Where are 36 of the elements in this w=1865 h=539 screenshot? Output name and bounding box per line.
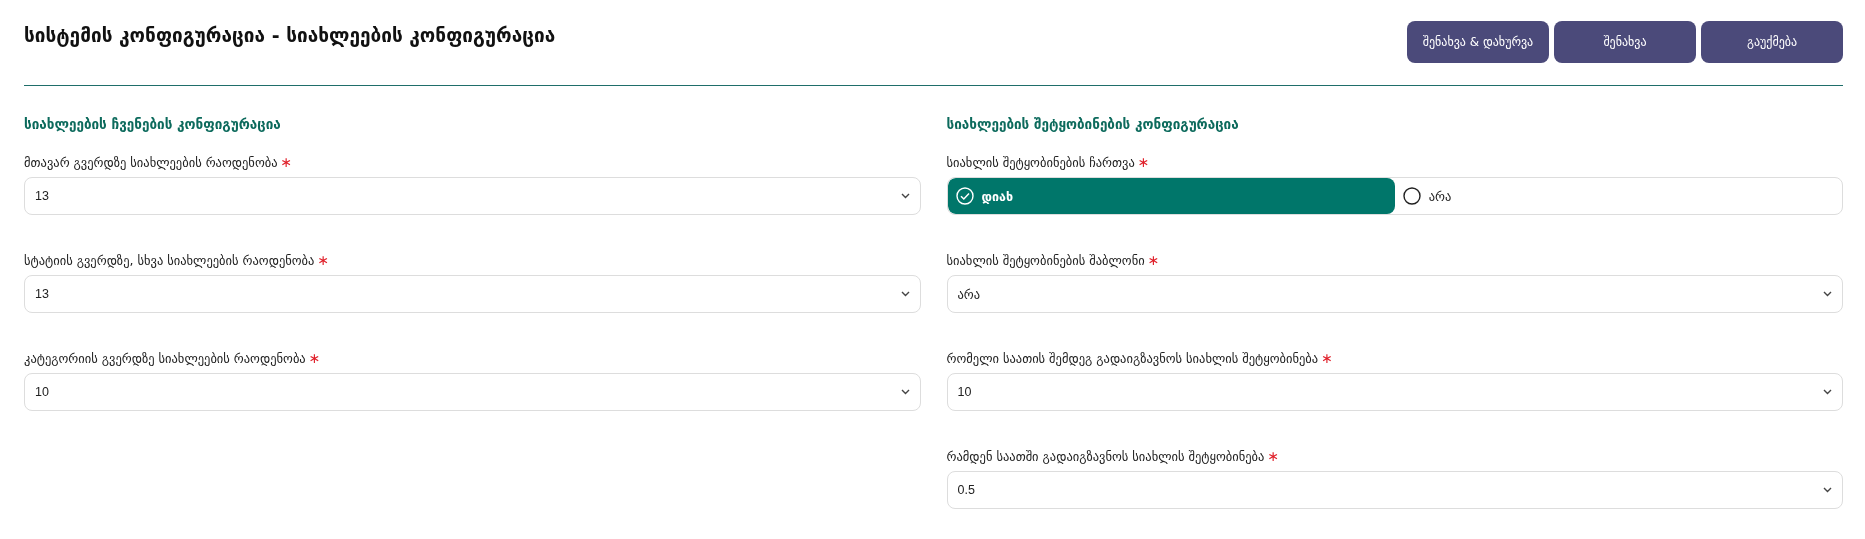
field-label: სიახლის შეტყობინების ჩართვა: [946, 154, 1135, 170]
radio-option[interactable]: დიახ: [947, 178, 1395, 214]
required-mark: ∗: [280, 154, 293, 170]
select-field[interactable]: 10: [946, 373, 1843, 411]
required-mark: ∗: [1147, 252, 1160, 268]
chevron-down-icon: [900, 291, 910, 297]
required-mark: ∗: [1267, 448, 1280, 464]
chevron-down-icon: [1823, 291, 1832, 297]
field-label: რამდენ საათში გადაიგზავნოს სიახლის შეტყობინება: [946, 448, 1265, 464]
required-mark: ∗: [317, 252, 330, 268]
required-mark: ∗: [308, 350, 321, 366]
required-mark: ∗: [1321, 350, 1333, 366]
select-field[interactable]: 10: [24, 373, 921, 411]
radio-option[interactable]: არა: [1394, 178, 1842, 214]
chevron-down-icon: [900, 389, 910, 395]
page-title: სისტემის კონფიგურაცია - სიახლეების კონფიგურაცია: [24, 24, 556, 46]
select-field[interactable]: არა: [946, 275, 1843, 313]
required-mark: ∗: [1137, 154, 1150, 170]
field-label: მთავარ გვერდზე სიახლეების რაოდენობა: [24, 154, 278, 170]
action-button[interactable]: შენახვა: [1554, 20, 1696, 63]
section-heading: სიახლეების შეტყობინების კონფიგურაცია: [946, 115, 1240, 134]
chevron-down-icon: [1823, 389, 1832, 395]
chevron-down-icon: [900, 193, 910, 199]
field-label: კატეგორიის გვერდზე სიახლეების რაოდენობა: [24, 350, 306, 366]
check-circle-icon: [955, 187, 974, 205]
chevron-down-icon: [1823, 487, 1832, 493]
section-heading: სიახლეების ჩვენების კონფიგურაცია: [24, 115, 282, 134]
field-label: სიახლის შეტყობინების შაბლონი: [946, 252, 1145, 268]
select-field[interactable]: 13: [24, 275, 921, 313]
field-label: სტატიის გვერდზე, სხვა სიახლეების რაოდენობა: [24, 252, 315, 268]
action-button[interactable]: გაუქმება: [1701, 20, 1843, 63]
select-field[interactable]: 13: [24, 177, 921, 215]
radio-circle-icon: [1402, 187, 1421, 205]
action-button[interactable]: შენახვა & დახურვა: [1407, 20, 1549, 63]
select-field[interactable]: 0.5: [946, 471, 1843, 509]
field-label: რომელი საათის შემდეგ გადაიგზავნოს სიახლის შეტყობინება: [946, 350, 1319, 366]
